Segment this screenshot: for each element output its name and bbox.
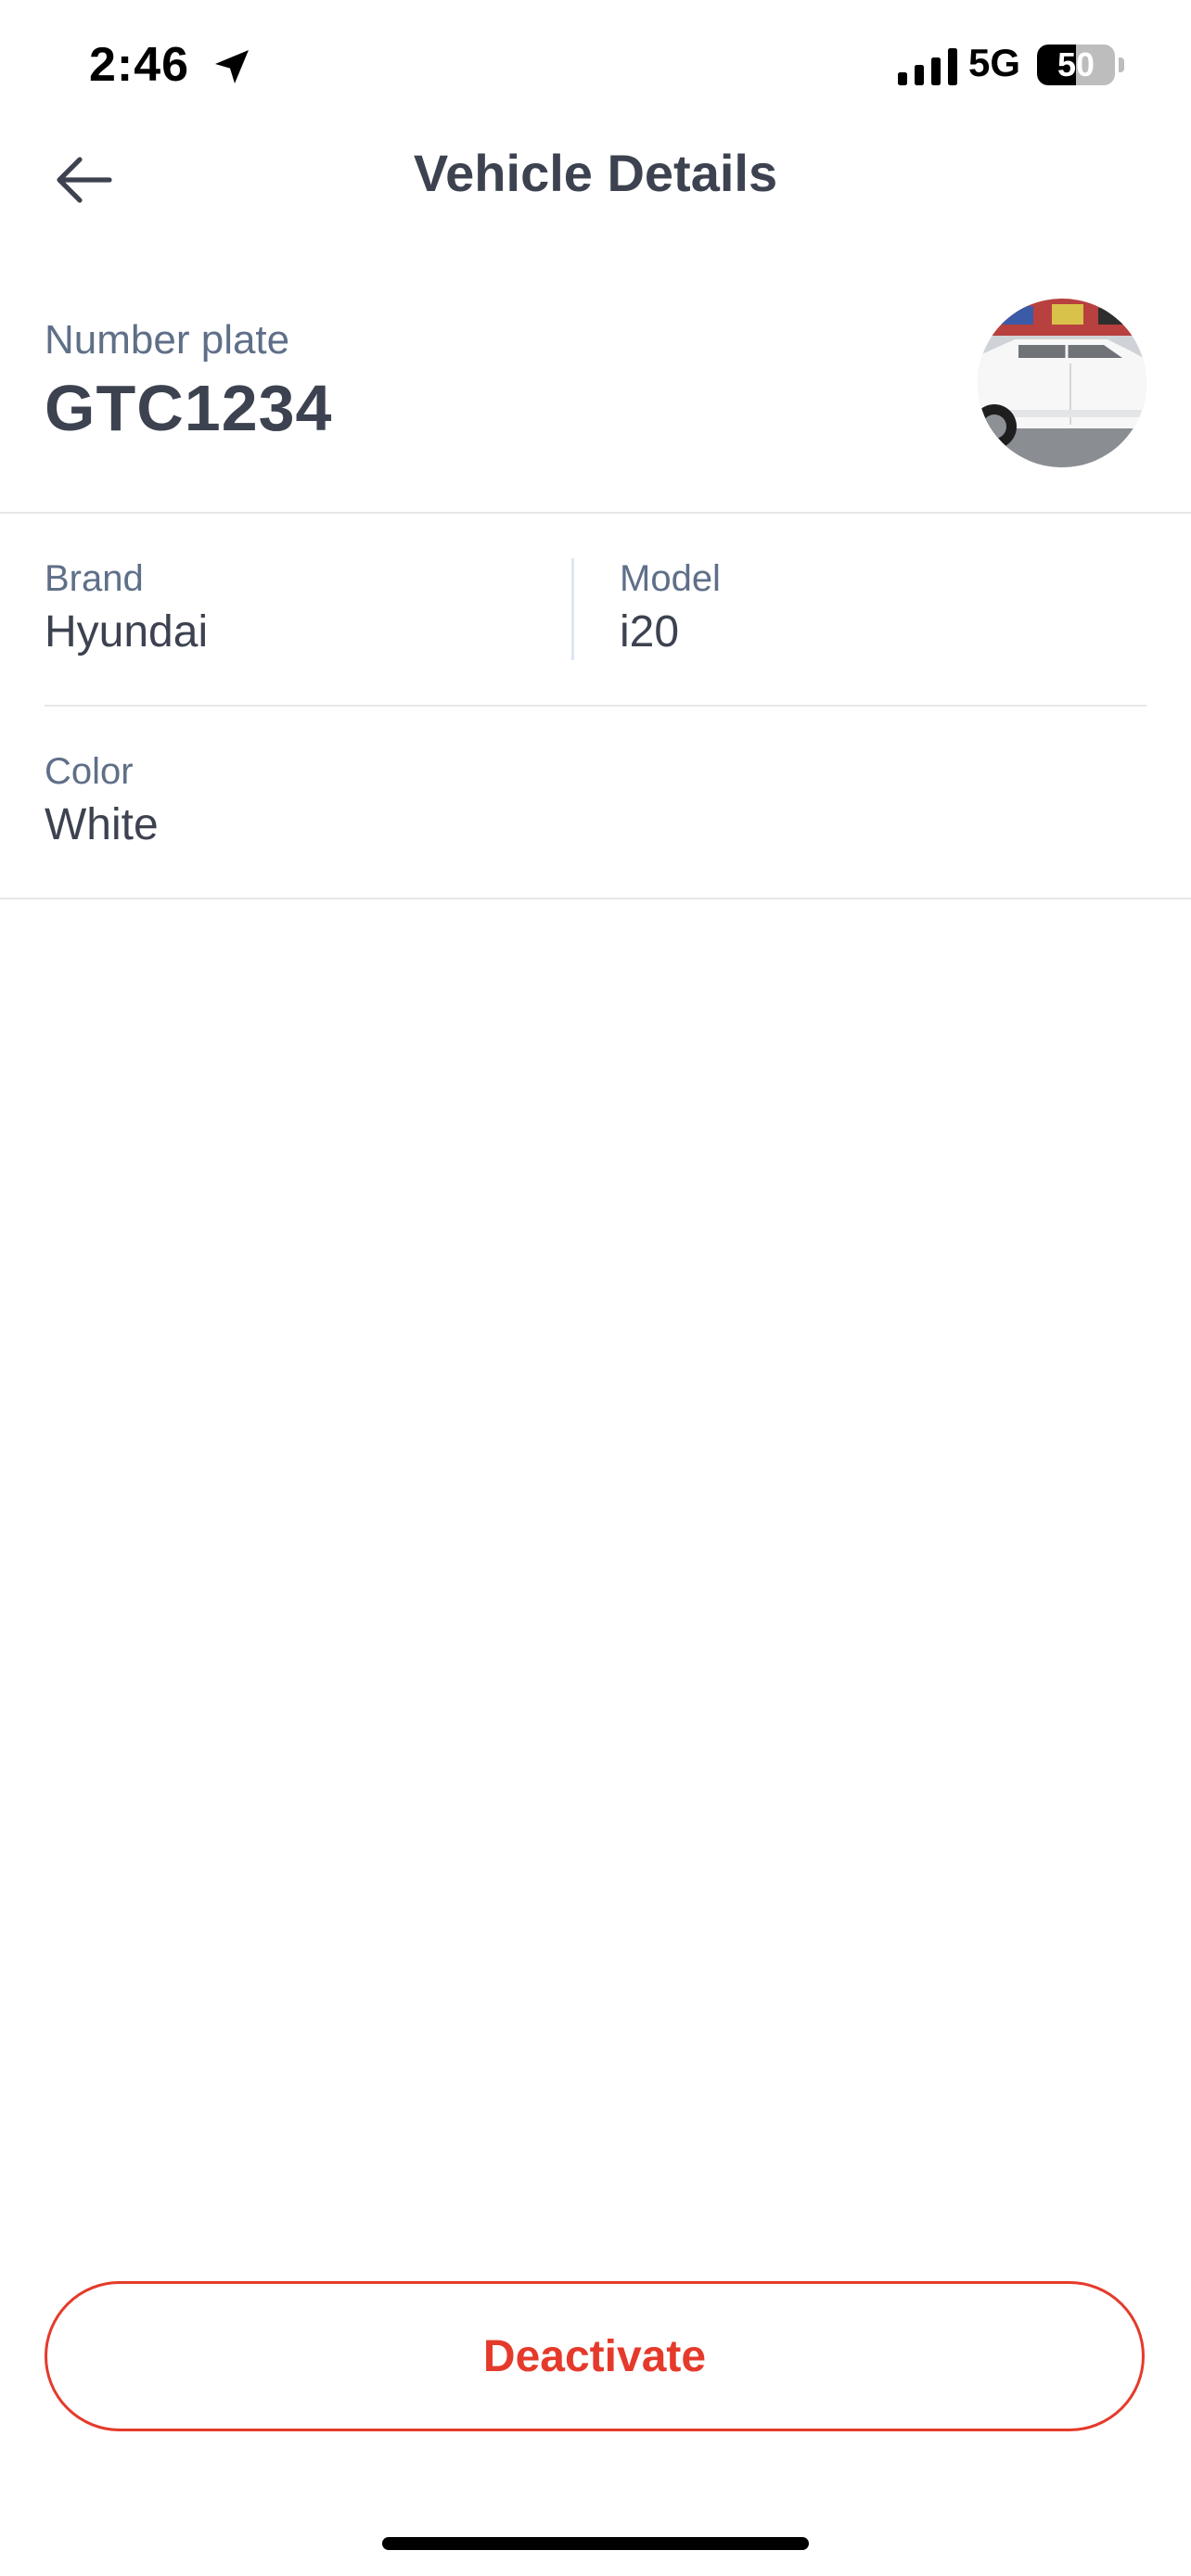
brand-field: Brand Hyundai <box>45 514 573 705</box>
status-bar: 2:46 5G 50 <box>0 0 1191 130</box>
column-divider <box>571 558 574 660</box>
details-row-brand-model: Brand Hyundai Model i20 <box>45 514 1146 707</box>
vehicle-image <box>978 299 1146 467</box>
color-label: Color <box>45 751 134 792</box>
brand-value: Hyundai <box>45 607 209 657</box>
page-title: Vehicle Details <box>413 144 778 202</box>
battery-percent: 50 <box>1057 45 1095 83</box>
location-arrow-icon <box>215 50 249 83</box>
details-row-color: Color White <box>45 707 1146 898</box>
cellular-signal-icon <box>898 48 957 85</box>
deactivate-button[interactable]: Deactivate <box>45 2281 1145 2431</box>
network-type: 5G <box>968 41 1021 84</box>
vehicle-details: Brand Hyundai Model i20 Color White <box>0 514 1191 899</box>
battery-icon: 50 <box>1037 45 1115 85</box>
home-indicator[interactable] <box>382 2537 809 2550</box>
brand-label: Brand <box>45 558 144 599</box>
plate-section: Number plate GTC1234 <box>0 269 1191 514</box>
status-time: 2:46 <box>89 38 190 92</box>
plate-label: Number plate <box>45 317 290 363</box>
vehicle-photo[interactable] <box>978 299 1146 467</box>
model-value: i20 <box>620 607 680 657</box>
model-field: Model i20 <box>620 514 1146 705</box>
plate-value: GTC1234 <box>45 372 333 444</box>
header: Vehicle Details <box>0 130 1191 232</box>
color-field: Color White <box>45 707 573 898</box>
color-value: White <box>45 800 159 849</box>
model-label: Model <box>620 558 721 599</box>
battery-tip <box>1119 57 1124 72</box>
